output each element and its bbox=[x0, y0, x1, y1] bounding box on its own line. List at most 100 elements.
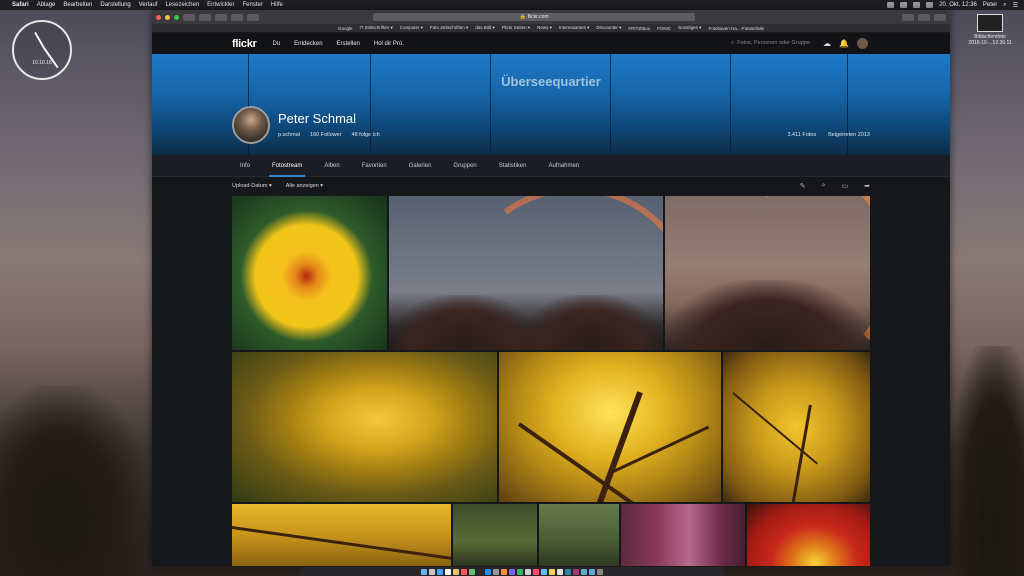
nav-erstellen[interactable]: Erstellen bbox=[337, 41, 360, 47]
sort-dropdown[interactable]: Upload-Datum ▾ bbox=[232, 183, 272, 189]
user-avatar[interactable] bbox=[857, 38, 868, 49]
notifications-bell-icon[interactable]: 🔔 bbox=[839, 39, 849, 48]
photo-pink-heather[interactable] bbox=[621, 504, 745, 566]
fav-interessantes[interactable]: Interessantes ▾ bbox=[559, 25, 590, 31]
folder-icon[interactable] bbox=[581, 568, 587, 575]
fav-sonstiges[interactable]: Sonstiges ▾ bbox=[678, 25, 701, 31]
menu-ablage[interactable]: Ablage bbox=[37, 2, 56, 8]
photo-green-plant[interactable] bbox=[453, 504, 537, 566]
tab-aufnahmen[interactable]: Aufnahmen bbox=[548, 155, 579, 177]
extension-button-2[interactable] bbox=[247, 13, 259, 21]
photo-red-gazania[interactable] bbox=[747, 504, 870, 566]
fav-das-bild[interactable]: das Bild ▾ bbox=[475, 25, 495, 31]
menu-lesezeichen[interactable]: Lesezeichen bbox=[165, 2, 199, 8]
terminal-icon[interactable] bbox=[477, 568, 483, 575]
profile-following[interactable]: 48 folge ich bbox=[352, 132, 380, 138]
app-icon[interactable] bbox=[517, 568, 523, 575]
share-button[interactable] bbox=[918, 13, 930, 21]
tab-gruppen[interactable]: Gruppen bbox=[453, 155, 476, 177]
fav-flickr-seiten[interactable]: Flickr Seiten ▾ bbox=[502, 25, 530, 31]
menu-verlauf[interactable]: Verlauf bbox=[139, 2, 158, 8]
flickr-search[interactable]: ⌕ Fotos, Personen oder Gruppe bbox=[731, 40, 817, 47]
dropbox-icon[interactable] bbox=[887, 2, 895, 8]
tab-info[interactable]: Info bbox=[240, 155, 250, 177]
app-store-icon[interactable] bbox=[485, 568, 491, 575]
extension-button[interactable] bbox=[231, 13, 243, 21]
messages-icon[interactable] bbox=[469, 568, 475, 575]
music-icon[interactable] bbox=[533, 568, 539, 575]
launchpad-icon[interactable] bbox=[429, 568, 435, 575]
fav-it-zeitschriften[interactable]: IT Zeitschriften ▾ bbox=[360, 25, 393, 31]
upload-cloud-icon[interactable]: ☁ bbox=[823, 39, 831, 48]
wifi-icon[interactable] bbox=[900, 2, 908, 8]
profile-avatar[interactable] bbox=[232, 106, 270, 144]
app-icon[interactable] bbox=[549, 568, 555, 575]
photo-maple-leaves[interactable] bbox=[232, 352, 497, 502]
photos-icon[interactable] bbox=[501, 568, 507, 575]
trash-icon[interactable] bbox=[597, 568, 603, 575]
menubar-user[interactable]: Peter bbox=[983, 2, 997, 8]
menu-hilfe[interactable]: Hilfe bbox=[271, 2, 283, 8]
app-icon[interactable] bbox=[573, 568, 579, 575]
volume-icon[interactable] bbox=[913, 2, 921, 8]
safari-icon[interactable] bbox=[437, 568, 443, 575]
app-icon[interactable] bbox=[525, 568, 531, 575]
photo-autumn-branch[interactable] bbox=[232, 504, 451, 566]
share-icon[interactable]: ➦ bbox=[864, 182, 870, 190]
notification-center-icon[interactable]: ☰ bbox=[1013, 2, 1018, 9]
search-photos-icon[interactable]: ⌕ bbox=[822, 182, 826, 190]
tab-statistiken[interactable]: Statistiken bbox=[499, 155, 527, 177]
photo-rainbow-red-leaves[interactable] bbox=[665, 196, 870, 350]
photo-yellow-tree-top[interactable] bbox=[723, 352, 870, 502]
fav-fritzbox[interactable]: FRITZ!Box bbox=[628, 26, 650, 31]
menu-darstellung[interactable]: Darstellung bbox=[100, 2, 130, 8]
photo-yellow-tree-branches[interactable] bbox=[499, 352, 721, 502]
slideshow-icon[interactable]: ▭ bbox=[842, 182, 849, 190]
tab-alben[interactable]: Alben bbox=[324, 155, 339, 177]
sidebar-button[interactable] bbox=[199, 13, 211, 21]
app-icon[interactable] bbox=[557, 568, 563, 575]
tab-galerien[interactable]: Galerien bbox=[409, 155, 432, 177]
minimize-window-icon[interactable] bbox=[165, 14, 170, 20]
close-window-icon[interactable] bbox=[156, 14, 161, 20]
settings-icon[interactable] bbox=[493, 568, 499, 575]
photo-hibiscus[interactable] bbox=[232, 196, 387, 350]
home-button[interactable] bbox=[215, 13, 227, 21]
menubar-clock[interactable]: 20. Okt. 12:36 bbox=[939, 2, 977, 8]
nav-pro[interactable]: Hol dir Pro. bbox=[374, 41, 404, 47]
fav-news[interactable]: News ▾ bbox=[537, 25, 552, 31]
app-icon[interactable] bbox=[509, 568, 515, 575]
finder-icon[interactable] bbox=[421, 568, 427, 575]
menu-app-name[interactable]: Safari bbox=[12, 2, 29, 8]
folder-icon[interactable] bbox=[589, 568, 595, 575]
spotlight-icon[interactable]: ⌕ bbox=[1003, 2, 1006, 9]
edit-pencil-icon[interactable]: ✎ bbox=[800, 182, 806, 190]
zoom-window-icon[interactable] bbox=[174, 14, 179, 20]
address-bar[interactable]: 🔒 flickr.com bbox=[373, 13, 695, 21]
fav-foto-zeitschriften[interactable]: Foto Zeitschriften ▾ bbox=[430, 25, 468, 31]
menu-bearbeiten[interactable]: Bearbeiten bbox=[63, 2, 92, 8]
calendar-icon[interactable] bbox=[461, 568, 467, 575]
profile-followers[interactable]: 160 Follower bbox=[310, 132, 342, 138]
battery-icon[interactable] bbox=[926, 2, 934, 8]
flickr-logo[interactable]: flickr bbox=[232, 38, 257, 50]
photo-rainbow-trees[interactable] bbox=[389, 196, 663, 350]
app-icon[interactable] bbox=[541, 568, 547, 575]
desktop-screenshot-file[interactable]: Bildschirmfoto 2016-10-...12.36.11 bbox=[964, 14, 1016, 46]
fav-computer[interactable]: Computer ▾ bbox=[400, 25, 423, 31]
tab-fotostream[interactable]: Fotostream bbox=[268, 155, 306, 177]
tab-favoriten[interactable]: Favoriten bbox=[362, 155, 387, 177]
notes-icon[interactable] bbox=[453, 568, 459, 575]
fav-fonic[interactable]: FONIC bbox=[657, 26, 671, 31]
view-dropdown[interactable]: Alle anzeigen ▾ bbox=[286, 183, 323, 189]
app-icon[interactable] bbox=[565, 568, 571, 575]
fav-fotohaven[interactable]: Fotohaven Ha...-Fotoschule bbox=[708, 26, 764, 31]
fav-discounter[interactable]: Discounter ▾ bbox=[596, 25, 621, 31]
download-button[interactable] bbox=[902, 13, 914, 21]
menu-fenster[interactable]: Fenster bbox=[243, 2, 263, 8]
menu-entwickler[interactable]: Entwickler bbox=[207, 2, 234, 8]
back-forward-button[interactable] bbox=[183, 13, 195, 21]
nav-du[interactable]: Du bbox=[273, 41, 281, 47]
mail-icon[interactable] bbox=[445, 568, 451, 575]
photo-red-flower-stem[interactable] bbox=[539, 504, 619, 566]
